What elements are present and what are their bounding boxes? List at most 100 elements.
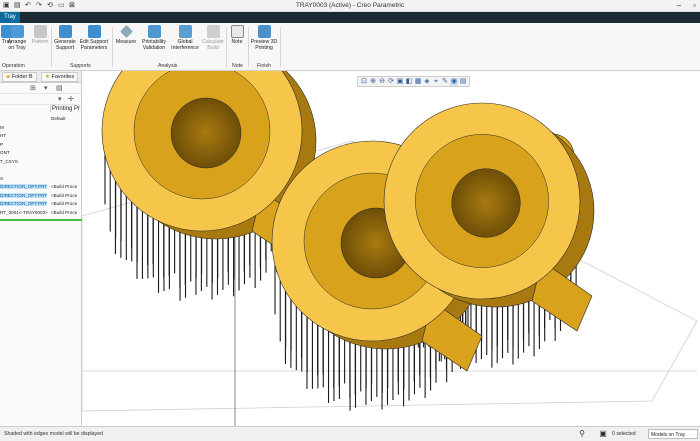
measure-icon [119,25,133,38]
tree-item-name: HT [0,133,7,138]
zoom-out-icon[interactable]: ⊖ [378,78,386,86]
datum-display-icon[interactable]: ⌖ [432,78,440,86]
tree-item-name: DIRECTION_OPT.PRT [0,192,48,198]
insert-indicator[interactable] [0,219,82,221]
printability-icon [147,25,161,38]
edit-support-parameters-button[interactable]: Edit Support Parameters [78,25,110,51]
navigator-tabs: ▰ Folder B ★ Favorites [0,71,81,83]
note-button[interactable]: Note [228,25,246,45]
maximize-icon[interactable]: ▫ [693,1,696,10]
star-icon: ★ [45,74,50,80]
tree-row[interactable]: M [0,124,81,133]
group-separator [112,27,113,67]
add-column-icon[interactable]: ✛ [68,95,74,103]
favorites-label: Favorites [51,74,75,80]
selection-count: 0 selected [612,431,636,437]
edit-support-icon [87,25,101,38]
calculate-build-button[interactable]: Calculate Build [201,25,225,51]
generate-support-label: Generate Support [54,39,76,51]
calculate-icon [206,25,220,38]
annotation-icon[interactable]: ✎ [441,78,449,86]
tab-tray[interactable]: Tray [0,12,20,23]
global-interference-button[interactable]: Global Interference [170,25,200,51]
tree-columns-icon[interactable]: ⊞ [30,84,36,92]
view-manager-icon[interactable]: ▦ [414,78,422,86]
folder-icon: ▰ [6,74,11,80]
tree-item-name: M [0,124,4,130]
group-separator [226,27,227,67]
arrange-icon [10,25,24,38]
zoom-in-icon[interactable]: ⊕ [369,78,377,86]
walls-icon[interactable]: ▤ [459,78,467,86]
measure-button[interactable]: Measure [114,25,138,45]
perspective-icon[interactable]: ◈ [423,78,431,86]
tree-item-name: DIRECTION_OPT.PRT [0,184,48,189]
graphics-area[interactable]: ⊡ ⊕ ⊖ ⟳ ▣ ◧ ▦ ◈ ⌖ ✎ ◉ ▤ [82,71,700,426]
tree-item-name: ONT [0,150,10,155]
display-style-icon[interactable]: ◧ [405,78,413,86]
title-bar: ▣ ▤ ↶ ↷ ⟲ ▭ ⊠ TRAY0003 (Active) - Creo P… [0,0,700,12]
tab-folder-browser[interactable]: ▰ Folder B [2,72,37,82]
repaint-icon[interactable]: ⟳ [387,78,395,86]
tree-row[interactable]: ONT [0,149,81,158]
show-icon[interactable]: ▤ [56,84,63,92]
status-message: Shaded with edges model will be displaye… [4,431,103,437]
selection-filter[interactable]: Models on Tray [648,429,698,439]
refit-icon[interactable]: ⊡ [360,78,368,86]
creo-window: ▣ ▤ ↶ ↷ ⟲ ▭ ⊠ TRAY0003 (Active) - Creo P… [0,0,700,441]
note-label: Note [231,39,243,45]
selection-icon[interactable]: ▣ [598,429,608,439]
arrange-on-tray-label: Arrange on Tray [7,39,27,51]
tab-favorites[interactable]: ★ Favorites [41,72,79,82]
pattern-icon [33,25,47,38]
tree-item-printing: <Build Proce [51,192,78,198]
tree-item-name: RT_0001<-TRAY0003> [0,209,48,215]
settings-icon[interactable]: ▾ [44,84,48,92]
group-separator [280,27,281,67]
edit-support-parameters-label: Edit Support Parameters [79,39,109,51]
ribbon-tab-bar: Tray [0,12,700,23]
tree-item-name: P [0,141,4,147]
pattern-label: Pattern [31,39,49,45]
folder-browser-label: Folder B [11,74,33,80]
tree-row[interactable]: RT_0001<-TRAY0003> <Build Proce [0,209,81,218]
preview-icon [257,25,271,38]
tree-row[interactable]: T_CSYS [0,158,81,167]
generate-support-button[interactable]: Generate Support [53,25,77,51]
tree-toolbar: ⊞ ▾ ▤ [0,83,81,94]
global-interference-label: Global Interference [171,39,199,51]
group-separator [51,27,52,67]
tree-row[interactable]: DIRECTION_OPT.PRT <Build Proce [0,200,81,209]
minimize-icon[interactable]: – [677,1,681,10]
tree-row[interactable]: DIRECTION_OPT.PRT <Build Proce [0,192,81,201]
find-icon[interactable]: ⚲ [577,429,587,439]
measure-label: Measure [115,39,137,45]
calculate-build-label: Calculate Build [202,39,224,51]
pattern-button[interactable]: Pattern [30,25,50,45]
tree-row[interactable]: HT [0,132,81,141]
spin-center-icon[interactable]: ◉ [450,78,458,86]
tree-item-printing: <Build Proce [51,201,78,206]
group-operation-label: Operation [2,63,25,69]
tree-row[interactable]: Default [0,115,81,124]
saved-views-icon[interactable]: ▣ [396,78,404,86]
group-note-label: Note [232,63,243,69]
preview-3d-printing-button[interactable]: Preview 3D Printing [249,25,279,51]
parts-group [101,71,595,411]
ribbon: Tray Arrange on Tray Pattern Operation G… [0,23,700,71]
printability-validation-button[interactable]: Printability Validation [139,25,169,51]
tree-row[interactable]: DIRECTION_OPT.PRT <Build Proce [0,183,81,192]
column-printing-header[interactable]: Printing Pr [50,106,80,112]
part-bore [170,97,242,169]
collapse-icon[interactable]: ▾ [58,95,62,103]
tray-3d-view[interactable] [82,71,700,426]
arrange-on-tray-button[interactable]: Arrange on Tray [6,25,28,51]
support-icon [58,25,72,38]
tree-row[interactable]: S [0,175,81,184]
note-icon [230,25,244,38]
tree-item-printing: <Build Proce [51,184,78,189]
tree-row[interactable]: P [0,141,81,150]
window-controls: – ▫ [677,1,696,10]
tree-item-name: DIRECTION_OPT.PRT [0,201,48,206]
tree-row[interactable] [0,166,81,175]
